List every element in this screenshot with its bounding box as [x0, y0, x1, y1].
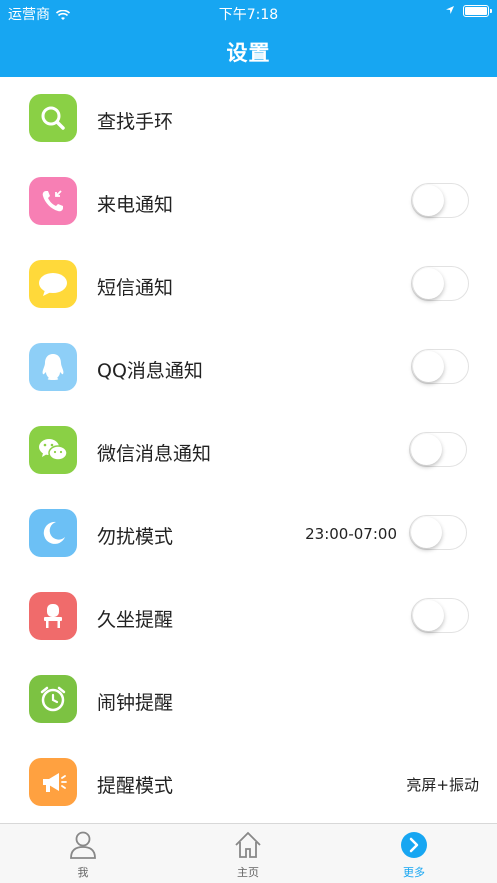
setting-label: 勿扰模式: [97, 526, 174, 548]
chair-icon: [29, 592, 77, 640]
toggle-knob: [413, 185, 444, 216]
toggle-knob: [411, 434, 442, 465]
setting-label: 提醒模式: [97, 775, 174, 797]
more-arrow-icon: [399, 830, 429, 860]
alarm-clock-icon: [29, 675, 77, 723]
home-icon: [233, 830, 263, 860]
megaphone-icon: [29, 758, 77, 806]
header: 运营商 下午7:18 设置: [0, 0, 497, 77]
setting-remind-mode[interactable]: 提醒模式 亮屏+振动: [0, 741, 497, 824]
toggle-knob: [413, 351, 444, 382]
battery-icon: [463, 5, 492, 17]
dnd-toggle[interactable]: [409, 515, 467, 550]
setting-find-band[interactable]: 查找手环: [0, 77, 497, 160]
phone-icon: [29, 177, 77, 225]
setting-label: 来电通知: [97, 194, 174, 216]
setting-wechat-notify[interactable]: 微信消息通知: [0, 409, 497, 492]
tab-home[interactable]: 主页: [198, 830, 298, 880]
setting-sedentary-reminder[interactable]: 久坐提醒: [0, 575, 497, 658]
call-notify-toggle[interactable]: [411, 183, 469, 218]
setting-alarm-reminder[interactable]: 闹钟提醒: [0, 658, 497, 741]
sedentary-toggle[interactable]: [411, 598, 469, 633]
toggle-knob: [413, 600, 444, 631]
tab-bar: 我 主页 更多: [0, 823, 497, 883]
qq-icon: [29, 343, 77, 391]
sms-notify-toggle[interactable]: [411, 266, 469, 301]
setting-label: 微信消息通知: [97, 443, 212, 465]
wechat-icon: [29, 426, 77, 474]
settings-list: 查找手环 来电通知 短信通知 QQ消息通知 微信消息通知 勿扰模式 23:00-…: [0, 77, 497, 824]
setting-label: 查找手环: [97, 111, 174, 133]
page-title: 设置: [226, 41, 271, 65]
setting-sms-notify[interactable]: 短信通知: [0, 243, 497, 326]
clock: 下午7:18: [218, 7, 279, 23]
moon-icon: [29, 509, 77, 557]
status-bar: 运营商 下午7:18: [0, 0, 497, 26]
search-icon: [29, 94, 77, 142]
person-icon: [68, 830, 98, 860]
message-icon: [29, 260, 77, 308]
tab-label: 我: [77, 866, 89, 879]
tab-me[interactable]: 我: [33, 830, 133, 880]
setting-label: 短信通知: [97, 277, 174, 299]
setting-label: 久坐提醒: [97, 609, 174, 631]
setting-call-notify[interactable]: 来电通知: [0, 160, 497, 243]
status-right: [445, 4, 492, 18]
remind-mode-value: 亮屏+振动: [406, 776, 479, 794]
tab-label: 更多: [403, 866, 425, 879]
tab-label: 主页: [237, 866, 259, 879]
qq-notify-toggle[interactable]: [411, 349, 469, 384]
battery-fill: [465, 7, 487, 15]
toggle-knob: [411, 517, 442, 548]
location-icon: [445, 4, 455, 18]
wechat-notify-toggle[interactable]: [409, 432, 467, 467]
setting-label: QQ消息通知: [97, 360, 203, 382]
setting-qq-notify[interactable]: QQ消息通知: [0, 326, 497, 409]
dnd-time-range: 23:00-07:00: [305, 525, 397, 543]
setting-label: 闹钟提醒: [97, 692, 174, 714]
toggle-knob: [413, 268, 444, 299]
tab-more[interactable]: 更多: [364, 830, 464, 880]
setting-do-not-disturb[interactable]: 勿扰模式 23:00-07:00: [0, 492, 497, 575]
